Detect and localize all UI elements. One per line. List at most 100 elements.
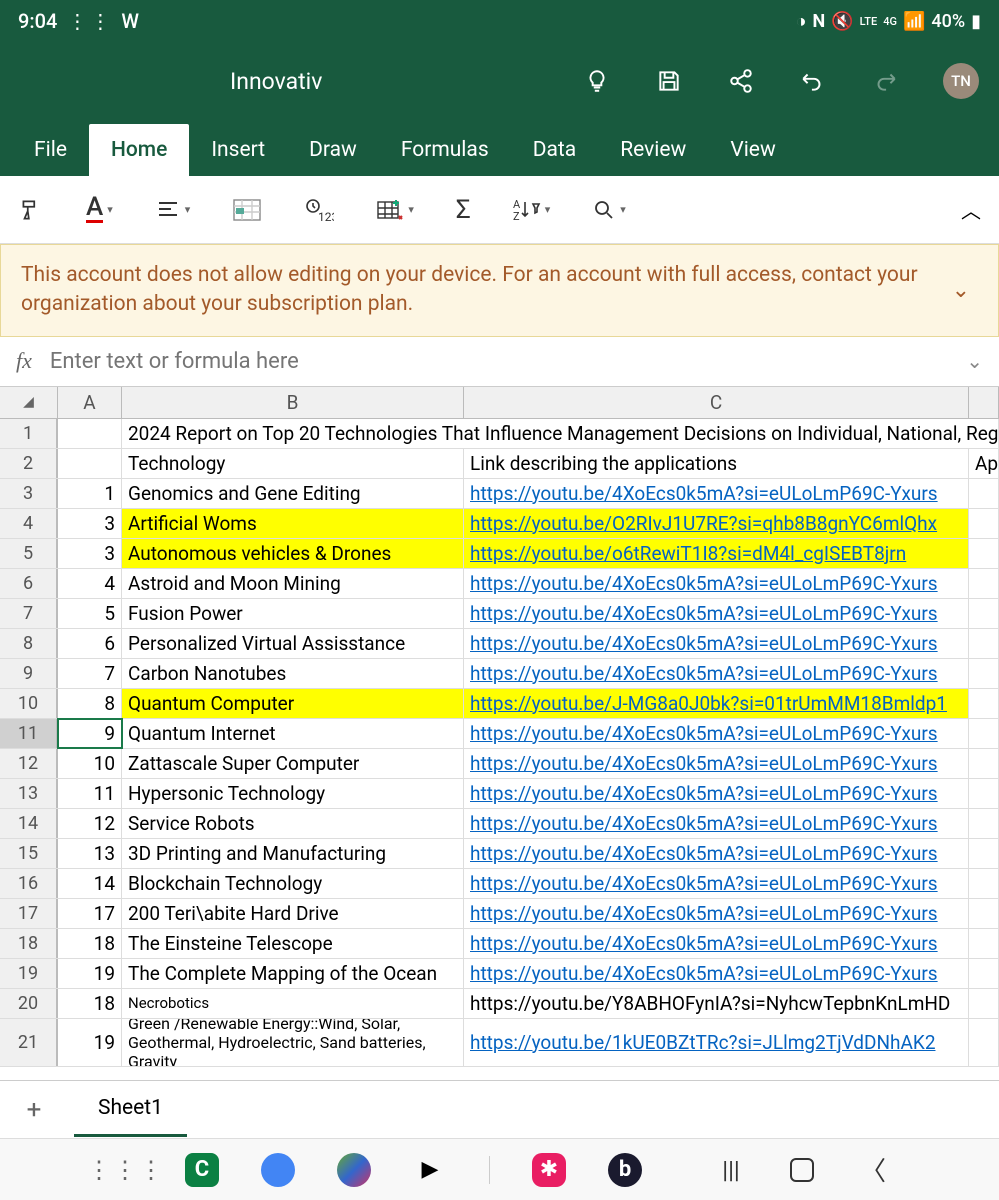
app-icon-2[interactable] <box>261 1153 295 1187</box>
cell-d[interactable] <box>969 539 999 568</box>
cell-d[interactable] <box>969 959 999 988</box>
cell-c[interactable]: https://youtu.be/J-MG8a0J0bk?si=01trUmMM… <box>464 689 969 718</box>
row-header[interactable]: 12 <box>0 749 58 778</box>
cell-b[interactable]: Astroid and Moon Mining <box>122 569 464 598</box>
cell-d[interactable] <box>969 779 999 808</box>
cell-d[interactable] <box>969 569 999 598</box>
cell-a[interactable]: 13 <box>58 839 122 868</box>
cell-c[interactable]: https://youtu.be/4XoEcs0k5mA?si=eULoLmP6… <box>464 569 969 598</box>
cell-b[interactable]: Green /Renewable Energy::Wind, Solar, Ge… <box>122 1019 464 1066</box>
row-header[interactable]: 7 <box>0 599 58 628</box>
cell-d[interactable] <box>969 839 999 868</box>
cell-b[interactable]: Service Robots <box>122 809 464 838</box>
row-header[interactable]: 6 <box>0 569 58 598</box>
cell-b[interactable]: Autonomous vehicles & Drones <box>122 539 464 568</box>
cell-a[interactable]: 6 <box>58 629 122 658</box>
menu-view[interactable]: View <box>708 124 797 176</box>
cell-c[interactable]: https://youtu.be/4XoEcs0k5mA?si=eULoLmP6… <box>464 599 969 628</box>
row-header[interactable]: 9 <box>0 659 58 688</box>
table-row[interactable]: 1818The Einsteine Telescopehttps://youtu… <box>0 929 999 959</box>
cell-d[interactable] <box>969 479 999 508</box>
warning-expand-icon[interactable]: ⌄ <box>952 278 970 303</box>
cell-c[interactable]: https://youtu.be/4XoEcs0k5mA?si=eULoLmP6… <box>464 959 969 988</box>
play-store-icon[interactable]: ▶ <box>413 1153 447 1187</box>
table-row[interactable]: 2119Green /Renewable Energy::Wind, Solar… <box>0 1019 999 1067</box>
cell-b[interactable]: The Complete Mapping of the Ocean <box>122 959 464 988</box>
apps-icon[interactable]: ⋮⋮⋮ <box>109 1153 143 1187</box>
spreadsheet-grid[interactable]: ◢ A B C 12024 Report on Top 20 Technolog… <box>0 387 999 1067</box>
insert-cells-button[interactable]: ▾ <box>376 198 414 222</box>
app-icon-1[interactable]: C <box>185 1153 219 1187</box>
table-row[interactable]: 2018Necroboticshttps://youtu.be/Y8ABHOFy… <box>0 989 999 1019</box>
cell-d[interactable] <box>969 719 999 748</box>
row-header[interactable]: 11 <box>0 719 58 748</box>
cell-c[interactable]: https://youtu.be/4XoEcs0k5mA?si=eULoLmP6… <box>464 869 969 898</box>
table-row[interactable]: 31Genomics and Gene Editinghttps://youtu… <box>0 479 999 509</box>
table-row[interactable]: 43Artificial Womshttps://youtu.be/O2RIvJ… <box>0 509 999 539</box>
cell-d[interactable] <box>969 689 999 718</box>
cell-a[interactable] <box>58 419 122 448</box>
table-row[interactable]: 108Quantum Computerhttps://youtu.be/J-MG… <box>0 689 999 719</box>
cell-b[interactable]: Personalized Virtual Assisstance <box>122 629 464 658</box>
undo-icon[interactable] <box>799 67 827 95</box>
avatar[interactable]: TN <box>943 63 979 99</box>
number-format-button[interactable]: 123 <box>304 197 334 223</box>
app-icon-4[interactable]: ✱ <box>532 1153 566 1187</box>
cell-a[interactable]: 19 <box>58 1019 122 1066</box>
formula-expand-icon[interactable]: ⌄ <box>966 349 983 373</box>
fx-label[interactable]: fx <box>16 348 32 374</box>
row-header[interactable]: 20 <box>0 989 58 1018</box>
cell-b[interactable]: Necrobotics <box>122 989 464 1018</box>
cell-a[interactable]: 1 <box>58 479 122 508</box>
row-header[interactable]: 16 <box>0 869 58 898</box>
table-row[interactable]: 2TechnologyLink describing the applicati… <box>0 449 999 479</box>
cell-c[interactable]: https://youtu.be/4XoEcs0k5mA?si=eULoLmP6… <box>464 659 969 688</box>
document-title[interactable]: Innovativ <box>230 68 322 95</box>
autosum-button[interactable]: Σ <box>456 195 471 225</box>
cell-c[interactable]: https://youtu.be/Y8ABHOFynIA?si=NyhcwTep… <box>464 989 969 1018</box>
cell-c[interactable]: https://youtu.be/4XoEcs0k5mA?si=eULoLmP6… <box>464 479 969 508</box>
row-header[interactable]: 19 <box>0 959 58 988</box>
cell-a[interactable]: 7 <box>58 659 122 688</box>
cell-d[interactable] <box>969 869 999 898</box>
cell-a[interactable]: 14 <box>58 869 122 898</box>
cell-d[interactable] <box>969 1019 999 1066</box>
column-header-c[interactable]: C <box>464 387 969 418</box>
cell-d[interactable] <box>969 809 999 838</box>
save-icon[interactable] <box>655 67 683 95</box>
back-button[interactable]: 〈 <box>856 1153 890 1187</box>
add-sheet-button[interactable]: + <box>14 1095 54 1125</box>
cell-b[interactable]: Fusion Power <box>122 599 464 628</box>
cell-b[interactable]: Artificial Woms <box>122 509 464 538</box>
recents-button[interactable]: ||| <box>714 1153 748 1187</box>
select-all-corner[interactable]: ◢ <box>0 387 58 418</box>
align-button[interactable]: ▾ <box>155 200 191 220</box>
cell-b[interactable]: Zattascale Super Computer <box>122 749 464 778</box>
row-header[interactable]: 4 <box>0 509 58 538</box>
cell-d[interactable] <box>969 899 999 928</box>
cell-b-spill[interactable]: 2024 Report on Top 20 Technologies That … <box>122 419 999 448</box>
redo-icon[interactable] <box>871 67 899 95</box>
table-row[interactable]: 1614Blockchain Technologyhttps://youtu.b… <box>0 869 999 899</box>
cell-d[interactable] <box>969 629 999 658</box>
column-header-d[interactable] <box>969 387 999 418</box>
table-row[interactable]: 15133D Printing and Manufacturinghttps:/… <box>0 839 999 869</box>
menu-draw[interactable]: Draw <box>287 124 379 176</box>
table-row[interactable]: 1311Hypersonic Technologyhttps://youtu.b… <box>0 779 999 809</box>
cell-c[interactable]: https://youtu.be/4XoEcs0k5mA?si=eULoLmP6… <box>464 899 969 928</box>
column-header-b[interactable]: B <box>122 387 464 418</box>
row-header[interactable]: 15 <box>0 839 58 868</box>
format-painter-button[interactable] <box>18 197 44 223</box>
cell-a[interactable]: 18 <box>58 929 122 958</box>
menu-review[interactable]: Review <box>598 124 708 176</box>
row-header[interactable]: 13 <box>0 779 58 808</box>
cell-b[interactable]: Technology <box>122 449 464 478</box>
cell-c[interactable]: https://youtu.be/4XoEcs0k5mA?si=eULoLmP6… <box>464 929 969 958</box>
table-row[interactable]: 53Autonomous vehicles & Droneshttps://yo… <box>0 539 999 569</box>
cell-b[interactable]: Carbon Nanotubes <box>122 659 464 688</box>
cell-c[interactable]: Link describing the applications <box>464 449 969 478</box>
cell-d[interactable] <box>969 989 999 1018</box>
row-header[interactable]: 18 <box>0 929 58 958</box>
cell-b[interactable]: Blockchain Technology <box>122 869 464 898</box>
row-header[interactable]: 3 <box>0 479 58 508</box>
